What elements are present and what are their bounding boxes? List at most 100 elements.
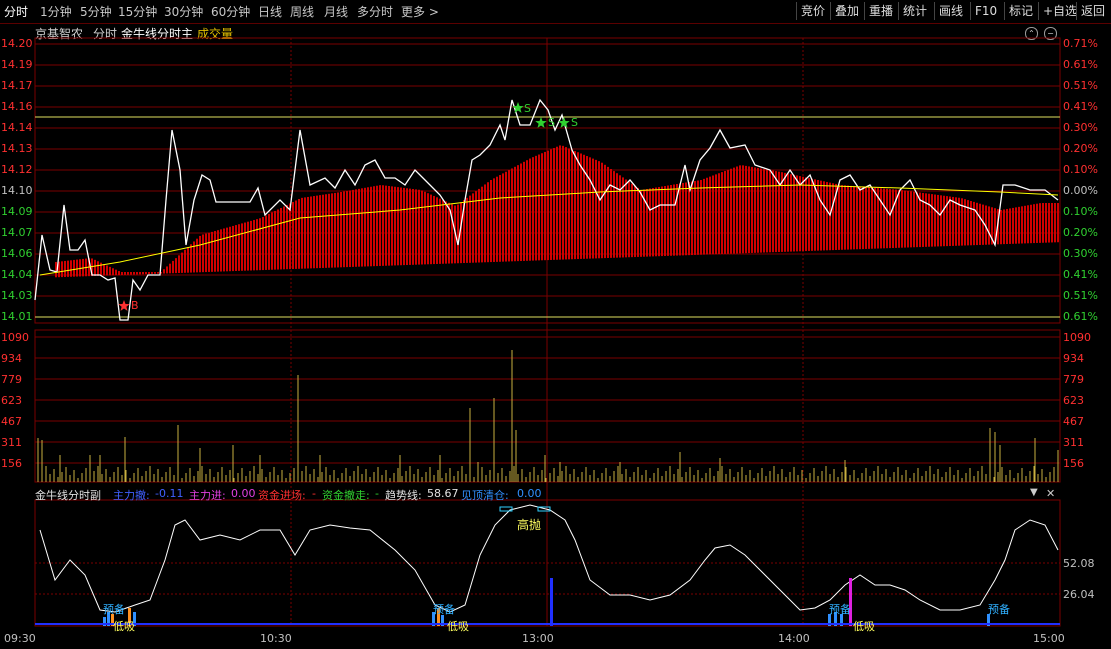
flow-bar: [94, 259, 96, 276]
flow-bar: [715, 174, 717, 255]
flow-bar: [682, 183, 684, 256]
flow-bar: [352, 189, 354, 267]
flow-bar: [628, 181, 630, 258]
price-label: 14.14: [1, 121, 33, 134]
flow-bar: [868, 187, 870, 249]
flow-bar: [253, 219, 255, 271]
pct-label: 0.00%: [1063, 184, 1098, 197]
pct-label: 0.30%: [1063, 247, 1098, 260]
flow-bar: [346, 190, 348, 268]
flow-bar: [271, 212, 273, 270]
flow-bar: [382, 185, 384, 266]
time-label: 10:30: [260, 632, 292, 645]
flow-bar: [772, 170, 774, 253]
flow-bar: [775, 171, 777, 253]
buy-star-icon: [118, 300, 130, 311]
flow-bar: [256, 219, 258, 271]
flow-bar: [796, 175, 798, 252]
flow-bar: [199, 235, 201, 273]
volume-axis-label: 1090: [1, 331, 29, 344]
volume-axis-label: 311: [1063, 436, 1084, 449]
flow-bar: [409, 188, 411, 265]
price-label: 14.19: [1, 58, 33, 71]
flow-bar: [913, 191, 915, 248]
flow-bar: [664, 186, 666, 256]
flow-bar: [133, 272, 135, 275]
close-icon[interactable]: ✕: [1046, 487, 1055, 500]
flow-bar: [469, 195, 471, 263]
pct-label: 0.41%: [1063, 100, 1098, 113]
flow-bar: [661, 186, 663, 257]
price-label: 14.10: [1, 184, 33, 197]
flow-bar: [700, 180, 702, 255]
flow-bar: [439, 198, 441, 264]
flow-bar: [784, 172, 786, 252]
flow-bar: [754, 167, 756, 253]
price-label: 14.01: [1, 310, 33, 323]
flow-bar: [1051, 203, 1053, 243]
price-label: 14.04: [1, 268, 33, 281]
time-label: 09:30: [4, 632, 36, 645]
indicator-axis-label: 52.08: [1063, 557, 1095, 570]
flow-bar: [949, 196, 951, 247]
flow-bar: [148, 272, 150, 275]
flow-bar: [841, 185, 843, 250]
sub-indicator-name[interactable]: 金牛线分时副: [35, 487, 101, 503]
flow-bar: [292, 202, 294, 270]
flow-bar: [805, 177, 807, 252]
flow-bar: [181, 252, 183, 273]
flow-bar: [556, 146, 558, 260]
flow-bar: [274, 211, 276, 270]
flow-bar: [634, 185, 636, 258]
flow-bar: [64, 260, 66, 277]
flow-bar: [727, 169, 729, 254]
flow-bar: [388, 186, 390, 266]
flow-bar: [436, 197, 438, 264]
flow-bar: [973, 201, 975, 246]
bottom-buy-label: 低吸: [853, 620, 875, 633]
pct-label: 0.51%: [1063, 289, 1098, 302]
flow-bar: [1033, 204, 1035, 244]
flow-bar: [745, 165, 747, 254]
flow-bar: [319, 195, 321, 269]
flow-bar: [751, 166, 753, 253]
price-label: 14.17: [1, 79, 33, 92]
flow-bar: [808, 178, 810, 251]
flow-bar: [496, 176, 498, 262]
flow-bar: [79, 259, 81, 277]
flow-bar: [832, 183, 834, 251]
flow-bar: [217, 230, 219, 272]
flow-bar: [1039, 203, 1041, 243]
flow-bar: [670, 185, 672, 256]
time-label: 13:00: [522, 632, 554, 645]
flow-bar: [574, 150, 576, 260]
flow-bar: [1003, 209, 1005, 245]
flow-bar: [505, 171, 507, 262]
flow-bar: [547, 150, 549, 261]
flow-bar: [517, 165, 519, 262]
flow-bar: [1054, 203, 1056, 243]
flow-bar: [277, 209, 279, 270]
flow-bar: [490, 180, 492, 263]
dropdown-icon[interactable]: ▼: [1030, 487, 1038, 498]
flow-bar: [457, 204, 459, 264]
flow-bar: [196, 238, 198, 273]
flow-bar: [298, 199, 300, 269]
flow-bar: [397, 187, 399, 266]
flow-bar: [67, 260, 69, 277]
flow-bar: [214, 231, 216, 272]
flow-bar: [718, 173, 720, 255]
flow-bar: [976, 202, 978, 246]
volume-axis-label: 779: [1, 373, 22, 386]
volume-axis-label: 156: [1, 457, 22, 470]
flow-bar: [262, 217, 264, 271]
price-label: 14.20: [1, 37, 33, 50]
flow-bar: [499, 175, 501, 262]
flow-bar: [310, 196, 312, 269]
flow-bar: [157, 272, 159, 274]
flow-bar: [385, 185, 387, 266]
flow-bar: [514, 166, 516, 262]
flow-bar: [154, 272, 156, 274]
flow-bar: [592, 158, 594, 259]
flow-bar: [619, 175, 621, 258]
